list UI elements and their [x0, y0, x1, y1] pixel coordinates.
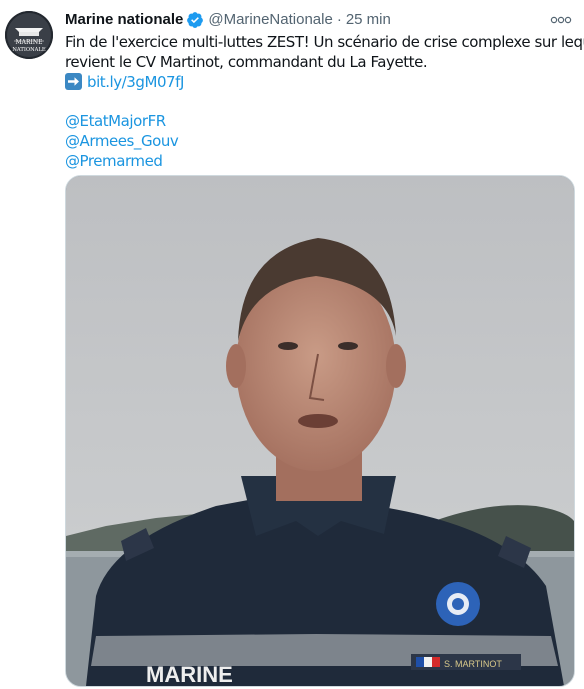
short-link[interactable]: bit.ly/3gM07fJ: [87, 73, 184, 91]
tweet-text-line: revient le CV Martinot, commandant du La…: [65, 53, 428, 71]
tweet-text-line: Fin de l'exercice multi-luttes ZEST! Un …: [65, 33, 584, 51]
verified-badge-icon: [186, 11, 204, 29]
timestamp[interactable]: 25 min: [346, 10, 391, 30]
avatar-text-line-1: MARINE: [16, 39, 43, 46]
more-options-icon[interactable]: [550, 10, 572, 30]
marine-nationale-logo: MARINE NATIONALE: [5, 11, 53, 59]
name-tag-text: S. MARTINOT: [444, 659, 502, 669]
right-arrow-icon: [65, 73, 82, 90]
separator-dot: ·: [336, 11, 342, 28]
tweet-header: Marine nationale @MarineNationale · 25 m…: [65, 10, 391, 30]
tweet-text: Fin de l'exercice multi-luttes ZEST! Un …: [65, 32, 584, 171]
mention-armees-gouv[interactable]: @Armees_Gouv: [65, 132, 179, 150]
video-frame-image: S. MARTINOT MARINE: [66, 176, 574, 686]
author-name[interactable]: Marine nationale: [65, 10, 183, 30]
video-media[interactable]: S. MARTINOT MARINE: [65, 175, 575, 687]
avatar-text-line-2: NATIONALE: [12, 47, 45, 53]
tweet[interactable]: MARINE NATIONALE Marine nationale @Marin…: [0, 0, 584, 689]
mention-premarmed[interactable]: @Premarmed: [65, 152, 163, 170]
author-handle[interactable]: @MarineNationale: [208, 10, 332, 30]
mention-etatmajorfr[interactable]: @EtatMajorFR: [65, 112, 166, 130]
uniform-marine-text: MARINE: [146, 662, 233, 686]
avatar[interactable]: MARINE NATIONALE: [5, 11, 53, 59]
